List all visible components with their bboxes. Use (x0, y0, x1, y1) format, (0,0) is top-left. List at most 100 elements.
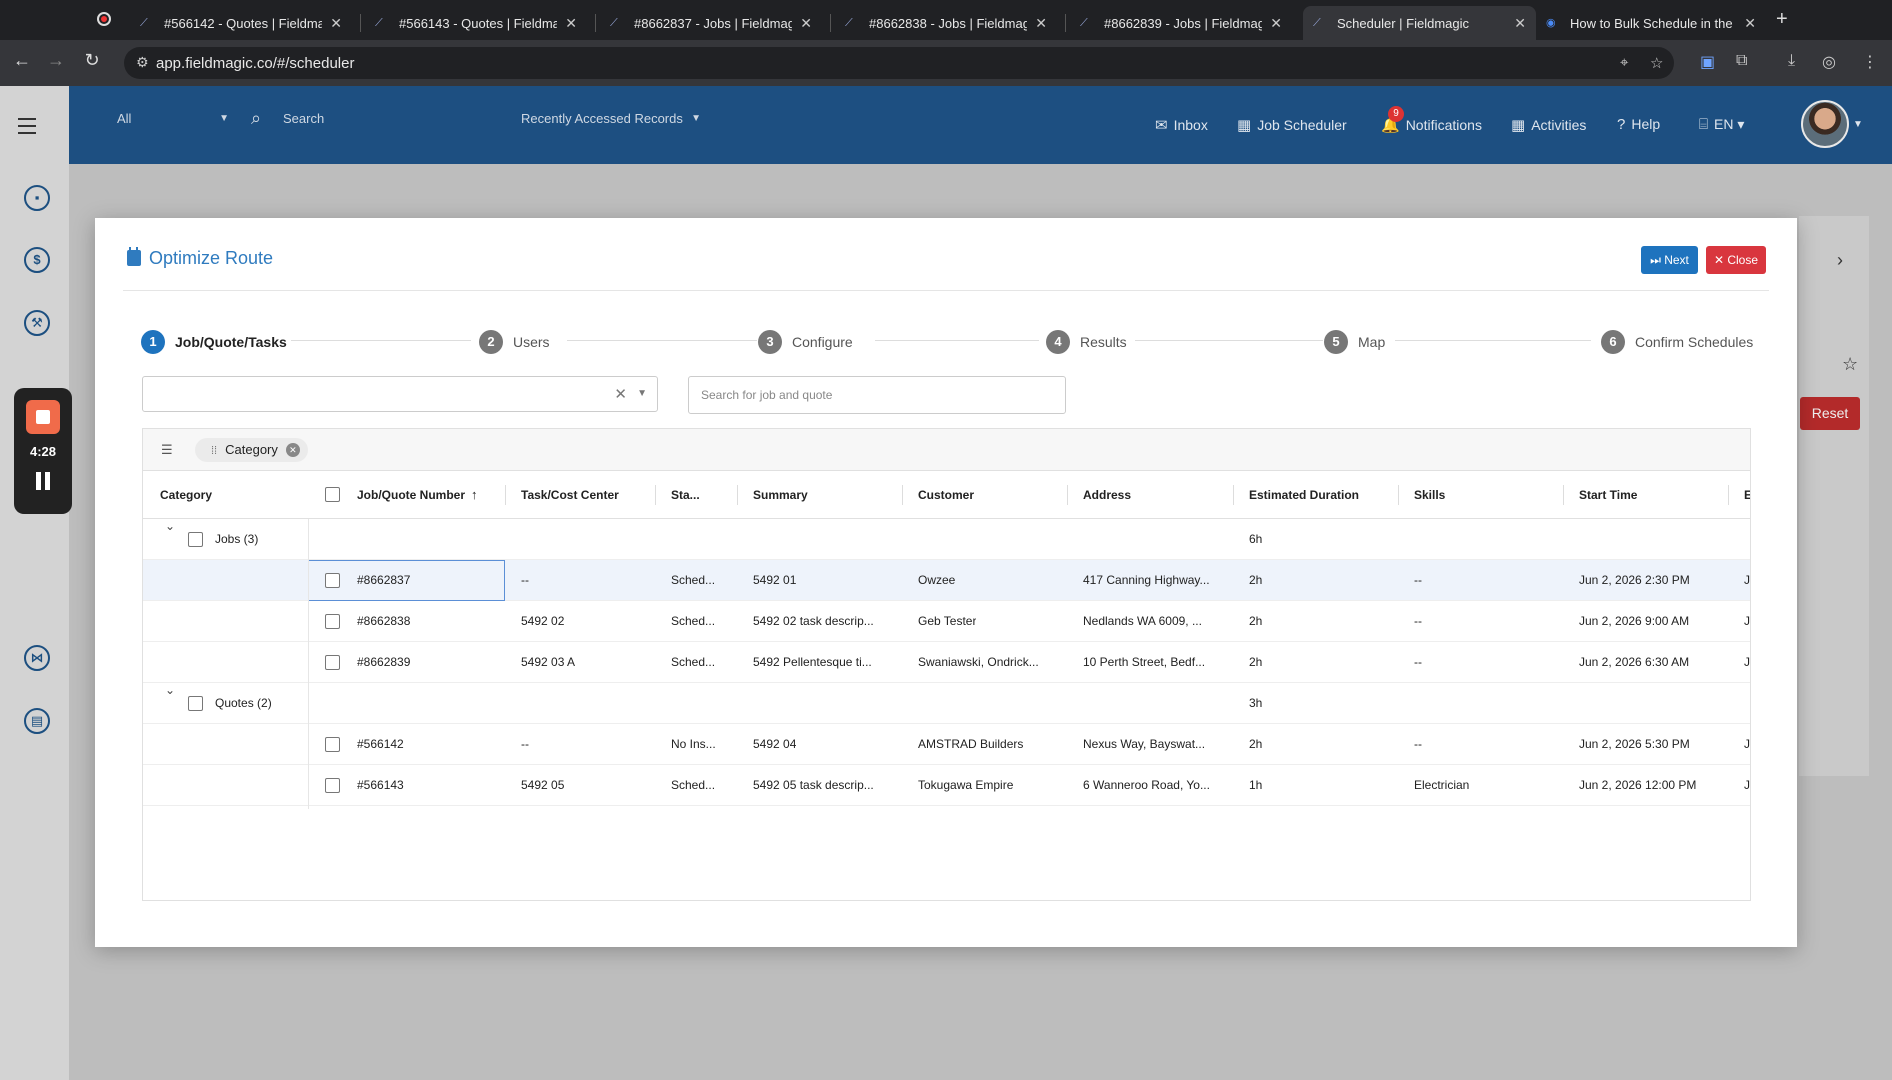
pause-icon[interactable] (36, 472, 50, 490)
group-row-quotes[interactable]: ⌄ Quotes (2) 3h (143, 683, 1750, 724)
col-status[interactable]: Sta... (671, 471, 700, 519)
help-link[interactable]: ? Help (1617, 116, 1660, 133)
group-chip-category[interactable]: ⁞⁞ Category ✕ (195, 438, 308, 462)
browser-tab[interactable]: ⟋ #8662838 - Jobs | Fieldmag ✕ (835, 6, 1057, 40)
cell-customer: AMSTRAD Builders (918, 737, 1024, 751)
close-tab-icon[interactable]: ✕ (330, 15, 342, 32)
step-job-quote-tasks[interactable]: 1 Job/Quote/Tasks (141, 330, 287, 354)
job-scheduler-link[interactable]: ▦ Job Scheduler (1237, 116, 1347, 134)
group-row-jobs[interactable]: ⌄ Jobs (3) 6h (143, 519, 1750, 560)
bookmark-star-icon[interactable]: ☆ (1650, 54, 1663, 72)
recent-records-dropdown[interactable]: Recently Accessed Records ▼ (509, 104, 709, 134)
modal-title: Optimize Route (127, 247, 273, 269)
fieldmagic-icon: ⟋ (140, 17, 148, 29)
group-checkbox[interactable] (188, 532, 203, 547)
star-icon[interactable]: ☆ (1842, 354, 1858, 375)
caret-down-icon[interactable]: ▼ (637, 388, 647, 399)
col-customer[interactable]: Customer (918, 471, 974, 519)
close-tab-icon[interactable]: ✕ (1514, 15, 1526, 32)
new-tab-icon[interactable]: + (1776, 8, 1788, 31)
extension-icon[interactable]: ▣ (1700, 52, 1715, 72)
col-estimated-duration[interactable]: Estimated Duration (1249, 471, 1359, 519)
profile-icon[interactable]: ◎ (1822, 52, 1836, 72)
browser-tab[interactable]: ⟋ #8662839 - Jobs | Fieldmag ✕ (1070, 6, 1292, 40)
col-start-time[interactable]: Start Time (1579, 471, 1637, 519)
activities-link[interactable]: ▦ Activities (1511, 116, 1586, 134)
close-tab-icon[interactable]: ✕ (565, 15, 577, 32)
global-search-input[interactable]: ⌕ Search (247, 104, 497, 134)
cell-task: 5492 02 (521, 614, 565, 628)
step-map[interactable]: 5 Map (1324, 330, 1385, 354)
col-address[interactable]: Address (1083, 471, 1131, 519)
cell-summary: 5492 04 (753, 737, 797, 751)
dollar-icon[interactable]: $ (24, 247, 50, 273)
step-configure[interactable]: 3 Configure (758, 330, 853, 354)
row-checkbox[interactable] (325, 655, 340, 670)
job-quote-search-input[interactable] (688, 376, 1066, 414)
row-checkbox[interactable] (325, 737, 340, 752)
browser-tab[interactable]: ⟋ #566143 - Quotes | Fieldmag ✕ (365, 6, 587, 40)
close-tab-icon[interactable]: ✕ (1744, 15, 1756, 32)
contacts-icon[interactable]: ▪ (24, 185, 50, 211)
wrench-icon[interactable]: ⚒ (24, 310, 50, 336)
reload-icon[interactable]: ↻ (80, 50, 104, 71)
location-icon[interactable]: ⌖ (1620, 54, 1628, 71)
search-scope-select[interactable]: All ▼ (109, 104, 235, 134)
workflow-icon[interactable]: ⋈ (24, 645, 50, 671)
step-confirm-schedules[interactable]: 6 Confirm Schedules (1601, 330, 1753, 354)
inbox-link[interactable]: ✉ Inbox (1155, 116, 1208, 134)
close-button[interactable]: ✕ Close (1706, 246, 1766, 274)
browser-tab[interactable]: ◉ How to Bulk Schedule in the ✕ (1536, 6, 1766, 40)
forward-icon[interactable]: → (44, 50, 68, 71)
calendar-icon (127, 247, 141, 266)
record-type-select[interactable]: ✕ ▼ (142, 376, 658, 412)
step-results[interactable]: 4 Results (1046, 330, 1127, 354)
chevron-down-icon[interactable]: ⌄ (165, 519, 175, 533)
language-select[interactable]: ⌸ EN ▾ (1699, 116, 1744, 133)
chevron-right-icon[interactable]: › (1837, 250, 1843, 271)
browser-tab[interactable]: ⟋ #566142 - Quotes | Fieldmag ✕ (130, 6, 352, 40)
col-end-time[interactable]: E (1744, 471, 1750, 519)
col-task-cost-center[interactable]: Task/Cost Center (521, 471, 619, 519)
close-tab-icon[interactable]: ✕ (800, 15, 812, 32)
hamburger-menu-icon[interactable] (18, 118, 36, 139)
download-icon[interactable]: ⤓ (1788, 52, 1795, 70)
browser-tab[interactable]: ⟋ #8662837 - Jobs | Fieldmag ✕ (600, 6, 822, 40)
menu-dots-icon[interactable]: ⋮ (1862, 52, 1878, 72)
select-all-checkbox[interactable] (325, 487, 340, 502)
row-checkbox[interactable] (325, 778, 340, 793)
address-bar[interactable]: ⚙ app.fieldmagic.co/#/scheduler ⌖ ☆ (124, 47, 1674, 79)
caret-down-icon[interactable]: ▼ (1853, 119, 1863, 130)
document-icon[interactable]: ▤ (24, 708, 50, 734)
row-checkbox[interactable] (325, 614, 340, 629)
table-row[interactable]: #8662838 5492 02 Sched... 5492 02 task d… (143, 601, 1750, 642)
clear-icon[interactable]: ✕ (614, 385, 627, 403)
col-job-quote-number[interactable]: Job/Quote Number ↑ (357, 471, 478, 519)
group-checkbox[interactable] (188, 696, 203, 711)
cell-task: 5492 05 (521, 778, 565, 792)
chevron-down-icon[interactable]: ⌄ (165, 683, 175, 697)
site-settings-icon[interactable]: ⚙ (136, 54, 149, 71)
table-row[interactable]: #8662837 -- Sched... 5492 01 Owzee 417 C… (143, 560, 1750, 601)
remove-group-icon[interactable]: ✕ (285, 443, 300, 457)
drag-handle-icon[interactable]: ⁞⁞ (211, 445, 217, 457)
help-doc-icon: ◉ (1546, 17, 1556, 29)
close-tab-icon[interactable]: ✕ (1035, 15, 1047, 32)
next-button[interactable]: ⏭ Next (1641, 246, 1698, 274)
avatar[interactable] (1801, 100, 1849, 148)
reset-button[interactable]: Reset (1800, 397, 1860, 430)
cell-end: J (1744, 778, 1750, 792)
step-users[interactable]: 2 Users (479, 330, 550, 354)
browser-tab-active[interactable]: ⟋ Scheduler | Fieldmagic ✕ (1303, 6, 1536, 40)
col-summary[interactable]: Summary (753, 471, 808, 519)
stop-recording-button[interactable] (26, 400, 60, 434)
table-row[interactable]: #566143 5492 05 Sched... 5492 05 task de… (143, 765, 1750, 806)
table-row[interactable]: #8662839 5492 03 A Sched... 5492 Pellent… (143, 642, 1750, 683)
puzzle-icon[interactable]: ⧉ (1736, 52, 1747, 70)
table-row[interactable]: #566142 -- No Ins... 5492 04 AMSTRAD Bui… (143, 724, 1750, 765)
col-category[interactable]: Category (160, 471, 212, 519)
row-checkbox[interactable] (325, 573, 340, 588)
col-skills[interactable]: Skills (1414, 471, 1445, 519)
close-tab-icon[interactable]: ✕ (1270, 15, 1282, 32)
back-icon[interactable]: ← (10, 50, 34, 71)
